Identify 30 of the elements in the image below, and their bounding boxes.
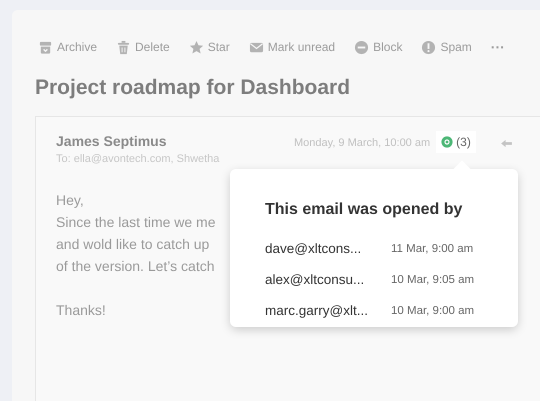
sender-name: James Septimus xyxy=(56,133,168,149)
opener-email: alex@xltconsu... xyxy=(265,272,366,287)
star-icon xyxy=(188,40,204,54)
reply-icon[interactable] xyxy=(500,139,513,148)
toolbar-button[interactable]: Block xyxy=(354,40,402,54)
body-text: Since the last time we me xyxy=(56,213,216,232)
opens-button[interactable]: (3) xyxy=(436,131,476,153)
toolbar-button[interactable]: Mark unread xyxy=(248,40,336,54)
eye-icon xyxy=(441,136,454,148)
toolbar-button[interactable]: Spam xyxy=(421,40,472,54)
trash-icon xyxy=(116,40,132,54)
opened-time: 10 Mar, 9:00 am xyxy=(391,304,474,316)
block-icon xyxy=(354,40,370,54)
body-text: Thanks! xyxy=(56,301,106,320)
exclamation-icon xyxy=(421,40,436,54)
message-date: Monday, 9 March, 10:00 am xyxy=(294,137,430,149)
body-text: and wold like to catch up xyxy=(56,235,210,254)
popover-title: This email was opened by xyxy=(265,201,464,219)
opener-email: marc.garry@xlt... xyxy=(265,303,369,318)
opener-email: dave@xltcons... xyxy=(265,241,362,256)
archive-icon xyxy=(38,40,53,54)
toolbar-button[interactable]: Archive xyxy=(38,40,98,54)
opened-time: 10 Mar, 9:05 am xyxy=(391,274,474,286)
more-button[interactable]: ··· xyxy=(490,39,505,55)
body-text: of the version. Let’s catch xyxy=(56,257,214,276)
toolbar-button[interactable]: Delete xyxy=(116,40,170,54)
body-text: Hey, xyxy=(56,191,84,210)
opened-time: 11 Mar, 9:00 am xyxy=(391,242,474,254)
toolbar-button[interactable]: Star xyxy=(188,40,230,54)
email-subject: Project roadmap for Dashboard xyxy=(35,76,352,100)
